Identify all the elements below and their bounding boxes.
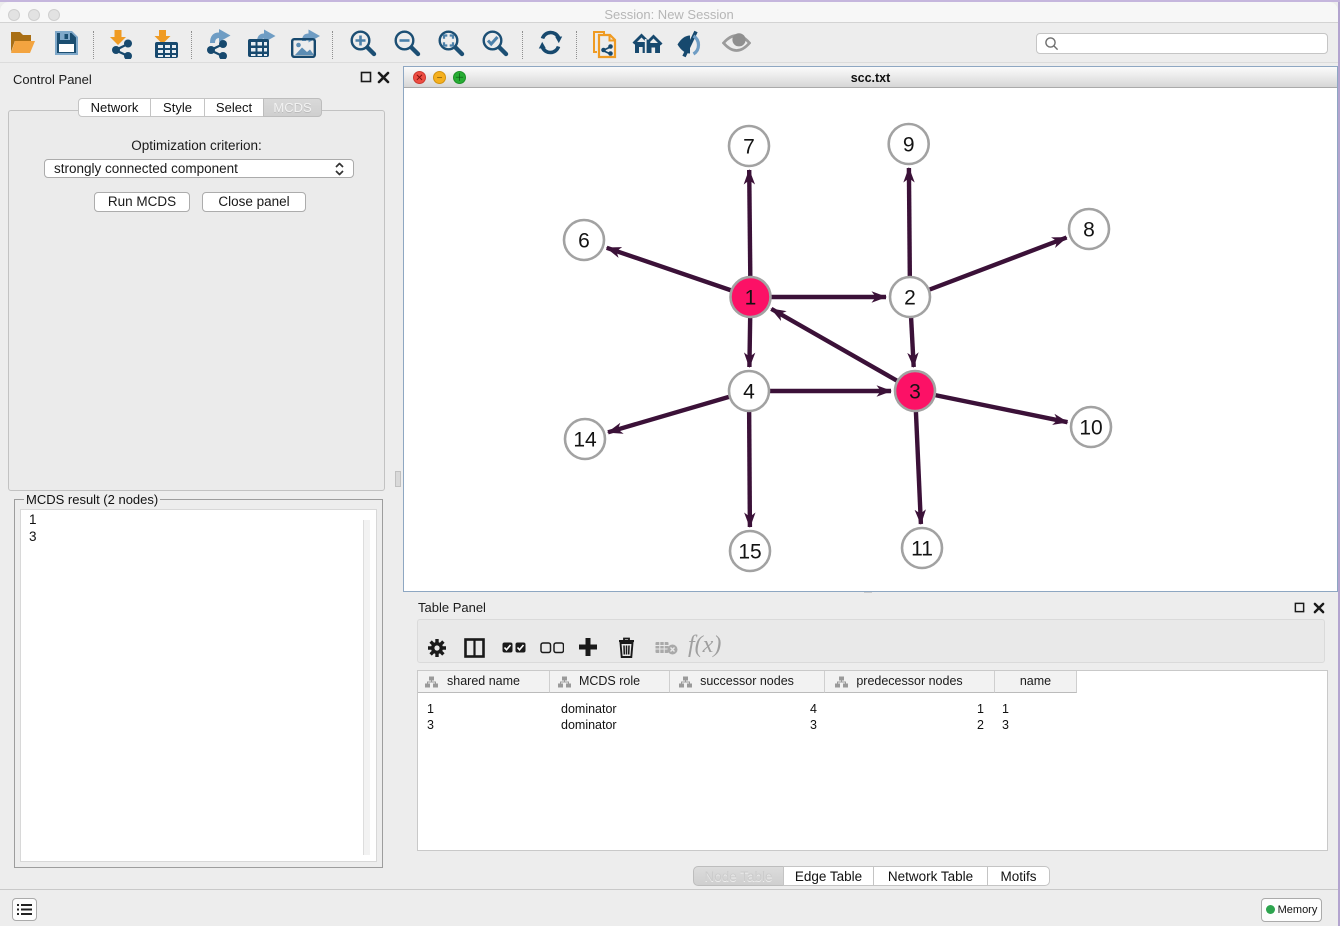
svg-text:6: 6: [578, 230, 590, 253]
svg-text:9: 9: [903, 134, 915, 157]
svg-text:4: 4: [743, 381, 755, 404]
svg-text:10: 10: [1079, 417, 1102, 440]
svg-text:2: 2: [904, 287, 916, 310]
svg-text:3: 3: [909, 381, 921, 404]
svg-text:15: 15: [738, 541, 761, 564]
svg-text:1: 1: [745, 287, 757, 310]
svg-text:14: 14: [573, 429, 597, 452]
svg-text:8: 8: [1083, 219, 1095, 242]
svg-text:11: 11: [911, 538, 933, 561]
svg-text:7: 7: [743, 136, 755, 159]
